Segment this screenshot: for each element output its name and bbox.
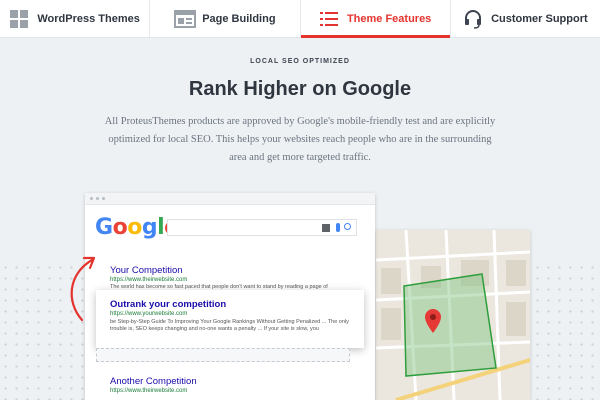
search-icon[interactable]	[344, 223, 351, 230]
section-eyebrow: LOCAL SEO OPTIMIZED	[250, 58, 350, 65]
window-dot	[90, 197, 93, 200]
grid-icon	[9, 9, 29, 29]
tab-page-building[interactable]: Page Building	[150, 0, 301, 37]
result-title[interactable]: Outrank your competition	[110, 299, 226, 310]
curved-arrow-icon	[70, 256, 96, 322]
tab-wordpress-themes[interactable]: WordPress Themes	[0, 0, 151, 37]
window-dot	[96, 197, 99, 200]
layout-icon	[174, 9, 197, 29]
headset-icon	[463, 9, 483, 29]
highlighted-result-card: Outrank your competition https://www.you…	[96, 290, 364, 348]
tab-label: Theme Features	[346, 12, 432, 25]
map-card	[376, 230, 530, 400]
tab-label: Customer Support	[491, 12, 588, 25]
map-highlight-area	[403, 273, 497, 377]
top-tab-bar: WordPress Themes Page Building Theme Fea…	[0, 0, 600, 38]
result-url: https://www.theirwebsite.com	[110, 388, 188, 394]
result-title[interactable]: Your Competition	[110, 265, 183, 276]
tab-label: Page Building	[202, 12, 276, 25]
browser-toolbar	[85, 193, 375, 205]
keyboard-icon[interactable]	[322, 224, 330, 232]
window-dot	[102, 197, 105, 200]
google-search-input[interactable]	[167, 219, 357, 236]
google-logo: Google	[95, 215, 179, 240]
section-description: All ProteusThemes products are approved …	[104, 116, 496, 163]
result-snippet: be Step-by-Step Guide To Improving Your …	[110, 319, 349, 332]
result-url: https://www.yourwebsite.com	[110, 311, 188, 317]
tab-customer-support[interactable]: Customer Support	[451, 0, 600, 37]
map-illustration	[376, 230, 530, 400]
section-headline: Rank Higher on Google	[188, 78, 412, 100]
tab-label: WordPress Themes	[37, 12, 140, 25]
map-pin-icon	[425, 309, 441, 333]
list-icon	[319, 9, 339, 29]
result-url: https://www.theirwebsite.com	[110, 277, 188, 283]
result-title[interactable]: Another Competition	[110, 376, 197, 387]
tab-theme-features[interactable]: Theme Features	[300, 0, 451, 38]
result-placeholder	[96, 348, 350, 362]
microphone-icon[interactable]	[336, 223, 340, 232]
